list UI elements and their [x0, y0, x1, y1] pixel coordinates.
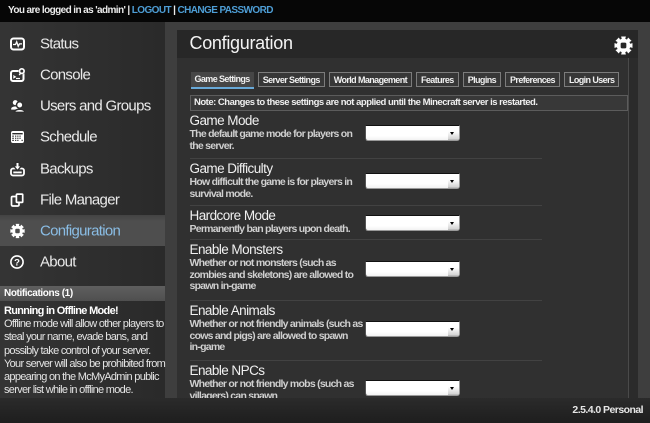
svg-text:?: ? — [14, 258, 20, 269]
